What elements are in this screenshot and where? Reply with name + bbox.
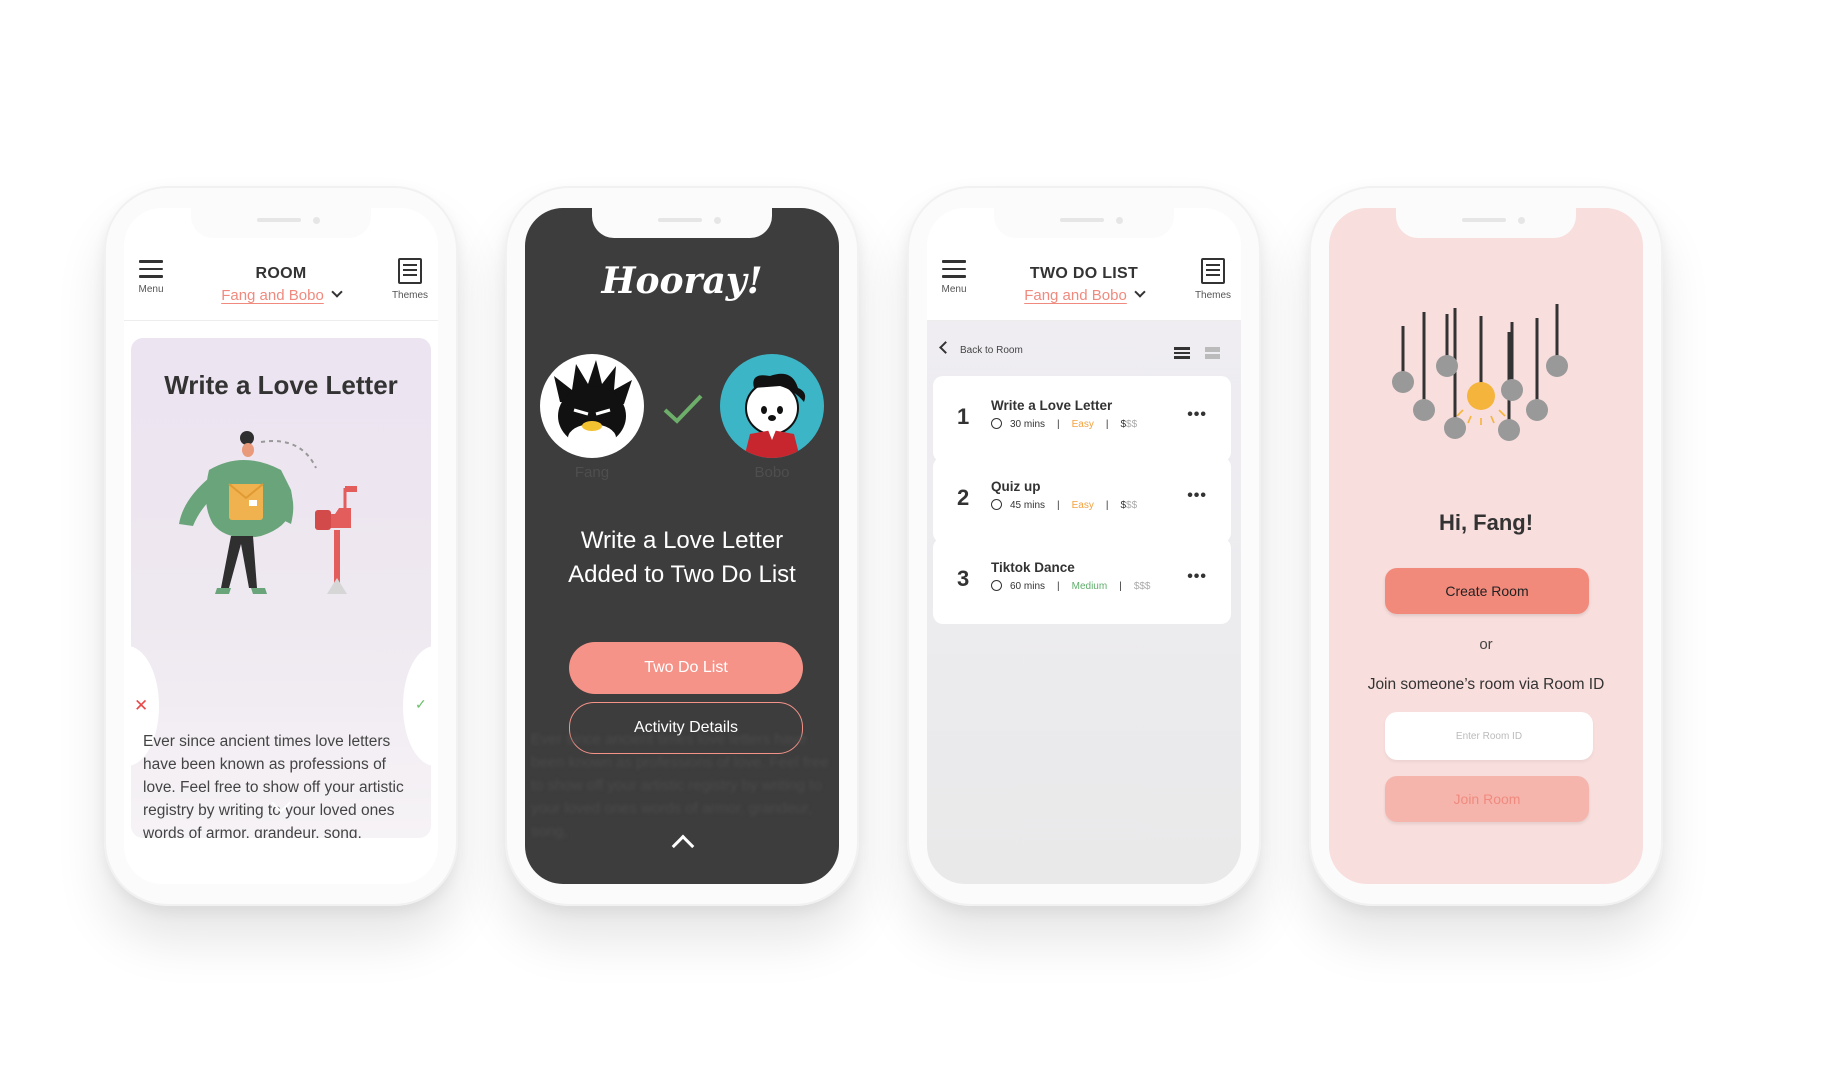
themes-icon [398,258,422,284]
phone-notch [994,208,1174,238]
task-title: Write a Love Letter [991,398,1113,413]
chevron-down-icon [331,286,343,298]
avatar-fang [540,354,644,458]
chevron-down-icon [1134,286,1146,298]
task-difficulty: Medium [1071,581,1108,592]
task-difficulty: Easy [1071,419,1094,430]
chevron-left-icon [939,341,952,354]
background-description: Ever since ancient times love letters ha… [531,731,829,840]
cost-dim: $$ [1126,500,1138,511]
task-meta: 45 mins | Easy | $$$ [991,499,1137,511]
phone-two-do-list: Menu TWO DO LIST Fang and Bobo Themes Ba… [907,186,1261,906]
activity-description: Ever since ancient times love letters ha… [143,733,404,838]
close-icon: ✕ [134,696,149,715]
cost-dim: $$ [1126,419,1138,430]
avatar-name-fang: Fang [574,464,610,481]
card-view-icon[interactable] [1205,347,1220,359]
more-options-icon[interactable]: ••• [1187,568,1207,586]
join-room-button[interactable]: Join Room [1385,776,1589,822]
phone-notch [592,208,772,238]
themes-icon [1201,258,1225,284]
room-name: Fang and Bobo [1024,287,1127,304]
greeting: Hi, Fang! [1438,510,1534,535]
penguin-avatar-icon [554,360,632,452]
match-check-icon [663,394,703,424]
list-item[interactable]: 2 Quiz up 45 mins | Easy | $$$ ••• [933,457,1231,543]
welcome-screen: Hi, Fang! Create Room or Join someone’s … [1329,208,1643,884]
themes-label: Themes [391,290,429,301]
confirmation-line-1: Write a Love Letter [580,527,784,554]
separator: | [1105,500,1109,511]
task-cost: $$$ [1120,500,1137,511]
love-letter-illustration [179,431,357,594]
themes-button[interactable]: Themes [386,258,434,301]
alarm-clock-icon [991,418,1002,429]
list-item[interactable]: 1 Write a Love Letter 30 mins | Easy | $$$ •… [933,376,1231,462]
list-screen: Menu TWO DO LIST Fang and Bobo Themes Ba… [927,208,1241,884]
alarm-clock-icon [991,499,1002,510]
separator: | [1057,500,1060,511]
task-duration: 30 mins [1010,419,1046,430]
phone-welcome: Hi, Fang! Create Room or Join someone’s … [1309,186,1663,906]
task-cost: $$$ [1134,581,1151,592]
confirmation-line-2: Added to Two Do List [568,561,796,588]
cost-dim: $$$ [1133,581,1151,592]
dog-avatar-icon [744,373,806,458]
task-difficulty: Easy [1071,500,1094,511]
task-number: 1 [957,404,970,429]
task-duration: 60 mins [1010,581,1046,592]
back-to-room-link[interactable]: Back to Room [939,341,1023,356]
separator: | [1105,419,1109,430]
alarm-clock-icon [991,580,1002,591]
create-room-button[interactable]: Create Room [1385,568,1589,614]
themes-label: Themes [1194,290,1232,301]
avatar-bobo [720,354,824,458]
join-instructions: Join someone’s room via Room ID [1367,676,1605,693]
task-number: 3 [957,566,970,591]
check-icon: ✓ [415,696,427,712]
phone-room: Menu ROOM Fang and Bobo Themes Write a L… [104,186,458,906]
themes-button[interactable]: Themes [1189,258,1237,301]
two-do-list-button[interactable]: Two Do List [569,642,803,694]
more-options-icon[interactable]: ••• [1187,487,1207,505]
light-bulbs-illustration [1392,304,1568,441]
hooray-heading: Hooray! [601,260,763,302]
room-id-input[interactable] [1385,712,1593,760]
activity-title: Write a Love Letter [164,370,398,400]
phone-hooray: Hooray! Fang Bobo Write a Love Letter Ad… [505,186,859,906]
separator: | [1057,581,1060,592]
task-meta: 30 mins | Easy | $$$ [991,418,1137,430]
avatar-name-bobo: Bobo [754,464,790,481]
phone-notch [1396,208,1576,238]
activity-card[interactable]: Write a Love Letter ✕ ✓ Ever since ancie… [131,338,431,838]
task-cost: $$$ [1120,419,1137,430]
task-duration: 45 mins [1010,500,1046,511]
separator: | [1119,581,1122,592]
task-meta: 60 mins | Medium | $$$ [991,580,1151,592]
hooray-screen: Hooray! Fang Bobo Write a Love Letter Ad… [525,208,839,884]
task-title: Quiz up [991,479,1041,494]
back-label: Back to Room [960,345,1023,356]
room-name: Fang and Bobo [221,287,324,304]
phone-notch [191,208,371,238]
room-screen: Menu ROOM Fang and Bobo Themes Write a L… [124,208,438,884]
list-item[interactable]: 3 Tiktok Dance 60 mins | Medium | $$$ ••• [933,538,1231,624]
list-view-icon[interactable] [1174,347,1190,359]
separator: | [1057,419,1060,430]
task-number: 2 [957,485,970,510]
confirmation-message: Write a Love Letter Added to Two Do List [525,524,839,592]
task-title: Tiktok Dance [991,560,1075,575]
or-divider: or [1479,636,1493,653]
more-options-icon[interactable]: ••• [1187,406,1207,424]
